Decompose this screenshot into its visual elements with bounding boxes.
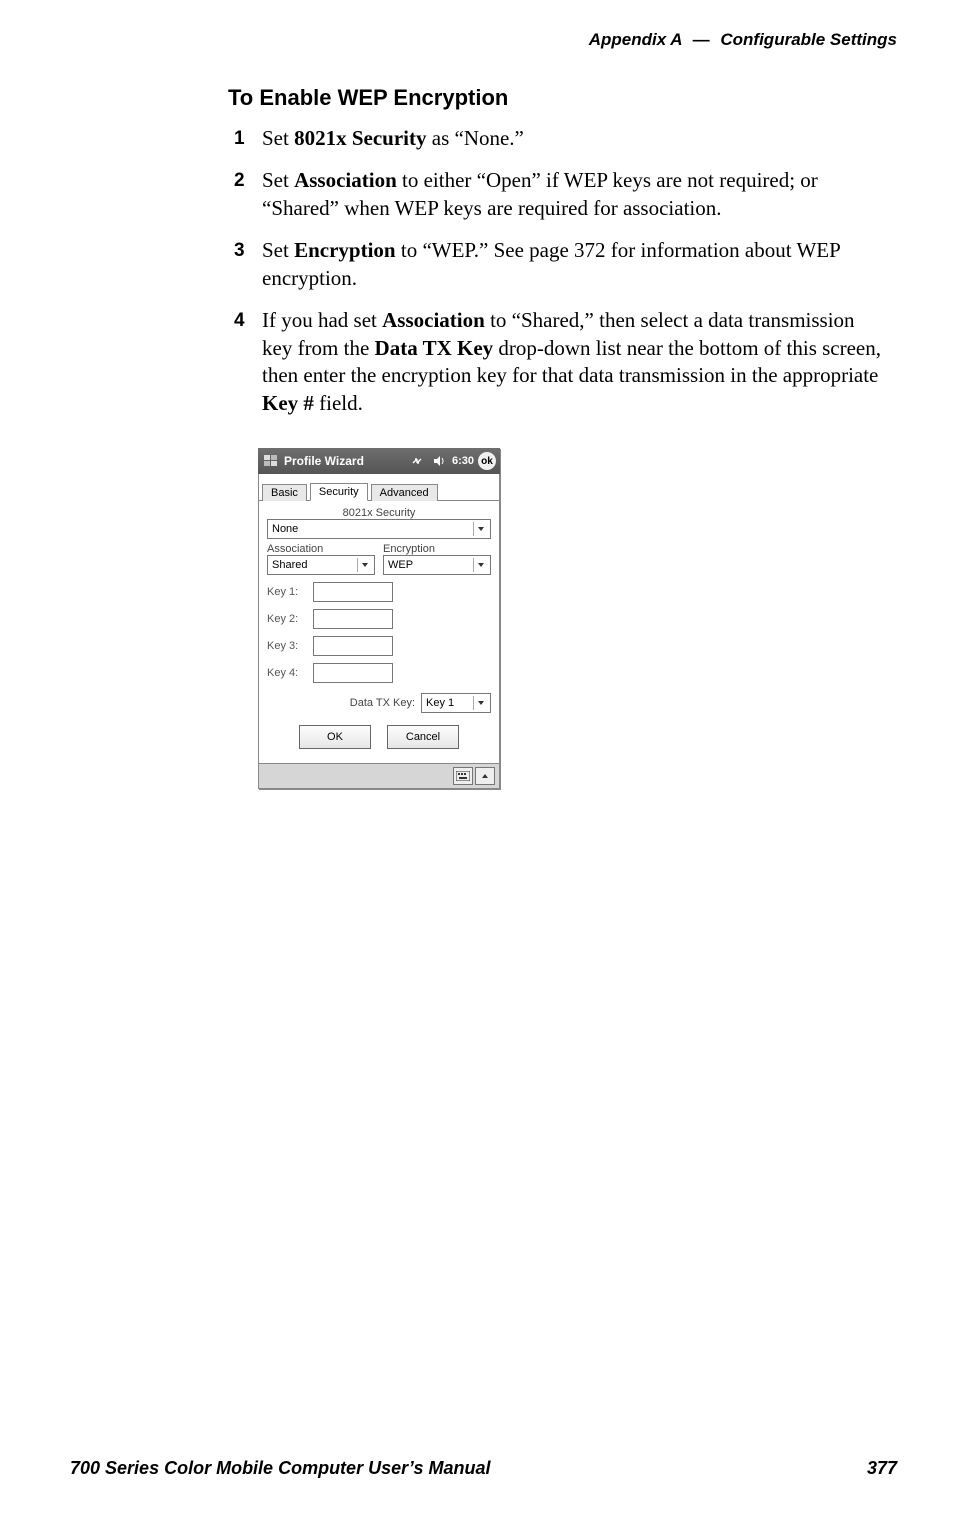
running-header: Appendix A — Configurable Settings [589,30,897,50]
tab-strip: Basic Security Advanced [259,474,499,501]
chevron-down-icon [473,696,488,710]
label-data-tx-key: Data TX Key: [350,697,415,709]
sip-up-arrow-icon[interactable] [475,767,495,785]
input-key-2[interactable] [313,609,393,629]
label-key-4: Key 4: [267,667,307,679]
step-3: Set Encryption to “WEP.” See page 372 fo… [228,237,888,293]
select-8021x-security[interactable]: None [267,519,491,539]
window-titlebar: Profile Wizard 6:30 ok [258,448,500,474]
keyboard-icon[interactable] [453,767,473,785]
select-data-tx-key[interactable]: Key 1 [421,693,491,713]
input-key-4[interactable] [313,663,393,683]
connectivity-icon[interactable] [408,452,426,470]
footer-page-number: 377 [867,1458,897,1479]
input-key-1[interactable] [313,582,393,602]
header-section: Configurable Settings [720,30,897,49]
select-8021x-value: None [272,523,298,535]
ok-close-button[interactable]: ok [478,452,496,470]
start-flag-icon[interactable] [262,452,280,470]
tab-basic[interactable]: Basic [262,484,307,501]
steps-list: Set 8021x Security as “None.” Set Associ… [228,125,888,418]
label-8021x-security: 8021x Security [267,507,491,519]
input-key-3[interactable] [313,636,393,656]
label-key-3: Key 3: [267,640,307,652]
clock-time[interactable]: 6:30 [452,455,474,467]
step-2: Set Association to either “Open” if WEP … [228,167,888,223]
ok-button[interactable]: OK [299,725,371,749]
window-title: Profile Wizard [284,454,364,468]
label-association: Association [267,543,375,555]
label-key-1: Key 1: [267,586,307,598]
label-encryption: Encryption [383,543,491,555]
header-dash: — [687,30,716,49]
select-data-tx-key-value: Key 1 [426,697,454,709]
step-1: Set 8021x Security as “None.” [228,125,888,153]
page-footer: 700 Series Color Mobile Computer User’s … [70,1458,897,1479]
tab-security[interactable]: Security [310,483,368,501]
select-encryption[interactable]: WEP [383,555,491,575]
footer-manual-title: 700 Series Color Mobile Computer User’s … [70,1458,490,1479]
device-screenshot: Profile Wizard 6:30 ok Basic Security [258,448,500,789]
cancel-button[interactable]: Cancel [387,725,459,749]
chevron-down-icon [473,522,488,536]
select-encryption-value: WEP [388,559,413,571]
select-association-value: Shared [272,559,307,571]
chevron-down-icon [357,558,372,572]
select-association[interactable]: Shared [267,555,375,575]
sip-bar [259,763,499,788]
header-appendix: Appendix A [589,30,682,49]
tab-advanced[interactable]: Advanced [371,484,438,501]
chevron-down-icon [473,558,488,572]
volume-icon[interactable] [430,452,448,470]
label-key-2: Key 2: [267,613,307,625]
section-title: To Enable WEP Encryption [228,85,888,111]
step-4: If you had set Association to “Shared,” … [228,307,888,419]
